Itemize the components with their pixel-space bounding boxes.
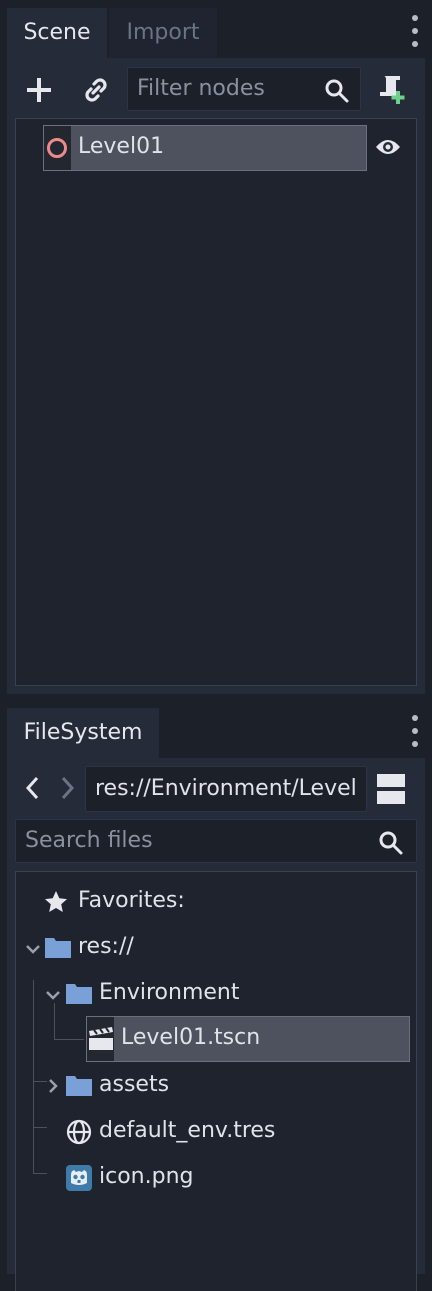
split-view-icon[interactable] <box>377 774 405 804</box>
chevron-right-icon[interactable] <box>44 1077 62 1095</box>
filesystem-dock: FileSystem res://Environment/Level Searc… <box>7 708 425 1291</box>
tree-row-favorites[interactable]: Favorites: <box>16 882 416 922</box>
scene-panel: Filter nodes Level01 <box>7 58 425 694</box>
tree-label: default_env.tres <box>99 1118 276 1143</box>
filesystem-tabbar: FileSystem <box>7 708 425 758</box>
tab-import[interactable]: Import <box>109 8 217 58</box>
star-icon <box>43 889 69 915</box>
chevron-down-icon[interactable] <box>44 986 62 1004</box>
tree-row-level01[interactable]: Level01 <box>43 125 367 171</box>
scene-tree: Level01 <box>15 118 417 686</box>
tree-label: Environment <box>99 980 240 1005</box>
tree-label: res:// <box>78 934 134 959</box>
search-icon <box>378 829 404 855</box>
filter-nodes-input[interactable]: Filter nodes <box>127 67 361 111</box>
forward-arrow-icon[interactable] <box>57 774 77 802</box>
search-icon <box>324 77 350 103</box>
tree-row-icon-png[interactable]: icon.png <box>16 1158 416 1198</box>
tab-filesystem[interactable]: FileSystem <box>7 708 159 758</box>
eye-icon[interactable] <box>374 135 402 159</box>
plus-icon[interactable] <box>23 74 55 106</box>
tree-row-level01-tscn[interactable]: Level01.tscn <box>86 1016 410 1062</box>
filter-placeholder: Filter nodes <box>137 76 265 101</box>
tree-row-default-env[interactable]: default_env.tres <box>16 1112 416 1152</box>
tree-row-res[interactable]: res:// <box>16 928 416 968</box>
tree-row-assets[interactable]: assets <box>16 1066 416 1106</box>
tab-scene[interactable]: Scene <box>7 8 107 58</box>
scene-dock: Scene Import Filter nodes Level01 <box>7 8 425 694</box>
add-script-icon[interactable] <box>376 72 408 106</box>
tree-label: Favorites: <box>78 888 185 913</box>
chevron-down-icon[interactable] <box>24 940 42 958</box>
search-files-input[interactable]: Search files <box>15 819 417 863</box>
globe-icon <box>66 1119 92 1145</box>
path-text: res://Environment/Level <box>95 776 357 801</box>
folder-icon <box>66 1074 92 1096</box>
tree-row-environment[interactable]: Environment <box>16 974 416 1014</box>
link-icon[interactable] <box>80 74 112 106</box>
tree-label: assets <box>99 1072 170 1097</box>
godot-icon <box>66 1165 92 1191</box>
tree-guide <box>54 1039 84 1040</box>
filesystem-panel: res://Environment/Level Search files Fav… <box>7 758 425 1291</box>
folder-icon <box>66 982 92 1004</box>
node-circle-icon <box>47 138 67 158</box>
tree-label: icon.png <box>99 1164 194 1189</box>
back-arrow-icon[interactable] <box>23 774 43 802</box>
menu-dots-icon[interactable] <box>411 15 419 49</box>
scene-tabbar: Scene Import <box>7 8 425 58</box>
menu-dots-icon[interactable] <box>411 715 419 749</box>
search-files-placeholder: Search files <box>25 828 153 853</box>
tree-label: Level01.tscn <box>121 1025 261 1050</box>
folder-icon <box>45 936 71 958</box>
path-field[interactable]: res://Environment/Level <box>85 766 367 812</box>
clapperboard-icon <box>88 1027 114 1051</box>
file-tree: Favorites: res:// Environment Level01.ts… <box>15 871 417 1291</box>
node-label: Level01 <box>78 134 165 159</box>
